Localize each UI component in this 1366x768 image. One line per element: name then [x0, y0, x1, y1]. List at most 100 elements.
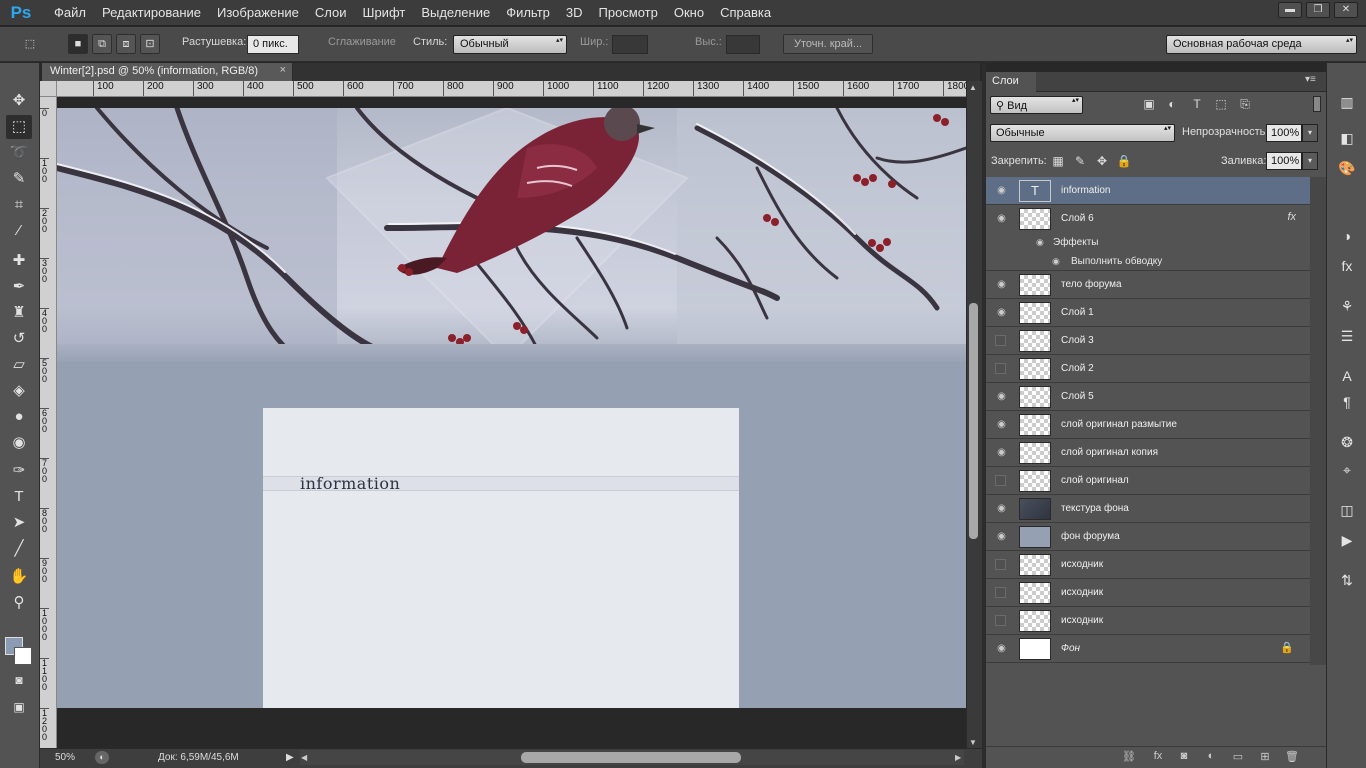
new-layer-icon[interactable]: ⊞ — [1257, 750, 1273, 764]
menu-file[interactable]: Файл — [46, 0, 94, 26]
actions-panel-icon[interactable]: ▶ — [1336, 530, 1358, 550]
visibility-eye-icon[interactable]: ◉ — [995, 642, 1008, 655]
stamp-icon[interactable]: ♜ — [6, 301, 32, 325]
layer-row-source-2[interactable]: исходник — [986, 579, 1310, 607]
move-icon[interactable]: ✥ — [6, 89, 32, 113]
timeline-panel-icon[interactable]: ⇅ — [1336, 570, 1358, 590]
character-panel-icon[interactable]: A — [1336, 366, 1358, 386]
minimize-button[interactable]: ▬ — [1278, 2, 1302, 18]
add-selection-icon[interactable]: ⧉ — [92, 34, 112, 54]
type-icon[interactable]: T — [6, 485, 32, 509]
filter-type-icon[interactable]: T — [1189, 97, 1205, 113]
stroke-eye-icon[interactable]: ◉ — [1052, 256, 1064, 267]
layer-row-original[interactable]: слой оригинал — [986, 467, 1310, 495]
filter-toggle[interactable] — [1313, 96, 1321, 112]
refine-edge-button[interactable]: Уточн. край... — [783, 34, 874, 54]
visibility-eye-icon[interactable]: ◉ — [995, 278, 1008, 291]
visibility-toggle[interactable] — [995, 363, 1006, 374]
layer-filter-kind[interactable]: ⚲ Вид — [990, 96, 1083, 114]
menu-edit[interactable]: Редактирование — [94, 0, 209, 26]
menu-window[interactable]: Окно — [666, 0, 712, 26]
visibility-eye-icon[interactable]: ◉ — [995, 306, 1008, 319]
document-tab[interactable]: Winter[2].psd @ 50% (information, RGB/8)… — [42, 63, 293, 81]
visibility-eye-icon[interactable]: ◉ — [995, 446, 1008, 459]
layer-row-source-3[interactable]: исходник — [986, 607, 1310, 635]
quick-mask-icon[interactable]: ◙ — [6, 668, 32, 692]
layer-row-background[interactable]: ◉ Фон 🔒 — [986, 635, 1310, 663]
subtract-selection-icon[interactable]: ⧈ — [116, 34, 136, 54]
path-select-icon[interactable]: ➤ — [6, 511, 32, 535]
menu-image[interactable]: Изображение — [209, 0, 307, 26]
delete-layer-icon[interactable]: 🗑 — [1284, 750, 1300, 764]
visibility-eye-icon[interactable]: ◉ — [995, 212, 1008, 225]
menu-filter[interactable]: Фильтр — [498, 0, 558, 26]
layers-scrollbar[interactable] — [1310, 177, 1326, 665]
lasso-icon[interactable]: ➰ — [6, 141, 32, 165]
layer-row-sloy3[interactable]: Слой 3 — [986, 327, 1310, 355]
pen-icon[interactable]: ✑ — [6, 459, 32, 483]
add-style-icon[interactable]: fx — [1150, 750, 1166, 764]
menu-type[interactable]: Шрифт — [355, 0, 414, 26]
effects-row[interactable]: ◉ Эффекты — [986, 233, 1310, 252]
width-input[interactable] — [612, 35, 648, 54]
layer-row-forum-bg[interactable]: ◉ фон форума — [986, 523, 1310, 551]
new-selection-icon[interactable]: ■ — [68, 34, 88, 54]
menu-select[interactable]: Выделение — [413, 0, 498, 26]
style-select[interactable]: Обычный — [453, 35, 567, 54]
new-group-icon[interactable]: ▭ — [1230, 750, 1246, 764]
effects-eye-icon[interactable]: ◉ — [1036, 237, 1048, 248]
layer-row-information[interactable]: ◉ T information — [986, 177, 1310, 205]
status-arrow-icon[interactable]: ▶ — [286, 752, 294, 763]
paragraph-panel-icon[interactable]: ¶ — [1336, 392, 1358, 412]
scroll-up-icon[interactable]: ▲ — [969, 83, 977, 92]
vertical-scroll-thumb[interactable] — [969, 303, 978, 539]
ruler-origin[interactable] — [40, 81, 57, 97]
swatches-panel-icon[interactable]: ◧ — [1336, 128, 1358, 148]
adjustments-panel-icon[interactable]: ◑ — [1336, 226, 1358, 246]
background-color-swatch[interactable] — [14, 647, 32, 665]
eyedropper-icon[interactable]: ⁄ — [6, 219, 32, 243]
history-panel-icon[interactable]: ▥ — [1336, 92, 1358, 112]
healing-icon[interactable]: ✚ — [6, 249, 32, 273]
layer-row-texture[interactable]: ◉ текстура фона — [986, 495, 1310, 523]
layer-effects-icon[interactable]: fx — [1287, 211, 1296, 223]
visibility-toggle[interactable] — [995, 475, 1006, 486]
properties-panel-icon[interactable]: ☰ — [1336, 326, 1358, 346]
height-input[interactable] — [726, 35, 760, 54]
channels-panel-icon[interactable]: ❂ — [1336, 432, 1358, 452]
layer-row-sloy1[interactable]: ◉ Слой 1 — [986, 299, 1310, 327]
zoom-icon[interactable]: ⚲ — [6, 591, 32, 615]
visibility-toggle[interactable] — [995, 559, 1006, 570]
brush-icon[interactable]: ✒ — [6, 275, 32, 299]
quick-select-icon[interactable]: ✎ — [6, 167, 32, 191]
layer-row-original-copy[interactable]: ◉ слой оригинал копия — [986, 439, 1310, 467]
menu-view[interactable]: Просмотр — [591, 0, 666, 26]
blend-mode-select[interactable]: Обычные — [990, 124, 1175, 142]
menu-layer[interactable]: Слои — [307, 0, 355, 26]
screen-mode-icon[interactable]: ▣ — [6, 695, 32, 719]
scroll-right-icon[interactable]: ▶ — [955, 753, 961, 762]
hand-icon[interactable]: ✋ — [6, 565, 32, 589]
layer-row-sloy2[interactable]: Слой 2 — [986, 355, 1310, 383]
history-brush-icon[interactable]: ↺ — [6, 327, 32, 351]
filter-shape-icon[interactable]: ⬚ — [1213, 97, 1229, 113]
marquee-icon[interactable]: ⬚ — [6, 115, 32, 139]
visibility-eye-icon[interactable]: ◉ — [995, 390, 1008, 403]
layer-row-original-blur[interactable]: ◉ слой оригинал размытие — [986, 411, 1310, 439]
blur-icon[interactable]: ● — [6, 405, 32, 429]
zoom-level[interactable]: 50% — [55, 752, 75, 763]
paint-bucket-icon[interactable]: ◈ — [6, 379, 32, 403]
lock-transparent-icon[interactable]: ▦ — [1050, 154, 1066, 170]
filter-pixel-icon[interactable]: ▣ — [1141, 97, 1157, 113]
restore-button[interactable]: ❐ — [1306, 2, 1330, 18]
eraser-icon[interactable]: ▱ — [6, 353, 32, 377]
crop-icon[interactable]: ⌗ — [6, 193, 32, 217]
panel-menu-icon[interactable]: ▾≡ — [1305, 74, 1316, 85]
visibility-eye-icon[interactable]: ◉ — [995, 184, 1008, 197]
workspace-select[interactable]: Основная рабочая среда — [1166, 35, 1357, 54]
menu-3d[interactable]: 3D — [558, 0, 591, 26]
feather-input[interactable]: 0 пикс. — [247, 35, 299, 54]
lock-position-icon[interactable]: ✥ — [1094, 154, 1110, 170]
visibility-toggle[interactable] — [995, 335, 1006, 346]
scroll-left-icon[interactable]: ◀ — [301, 753, 307, 762]
